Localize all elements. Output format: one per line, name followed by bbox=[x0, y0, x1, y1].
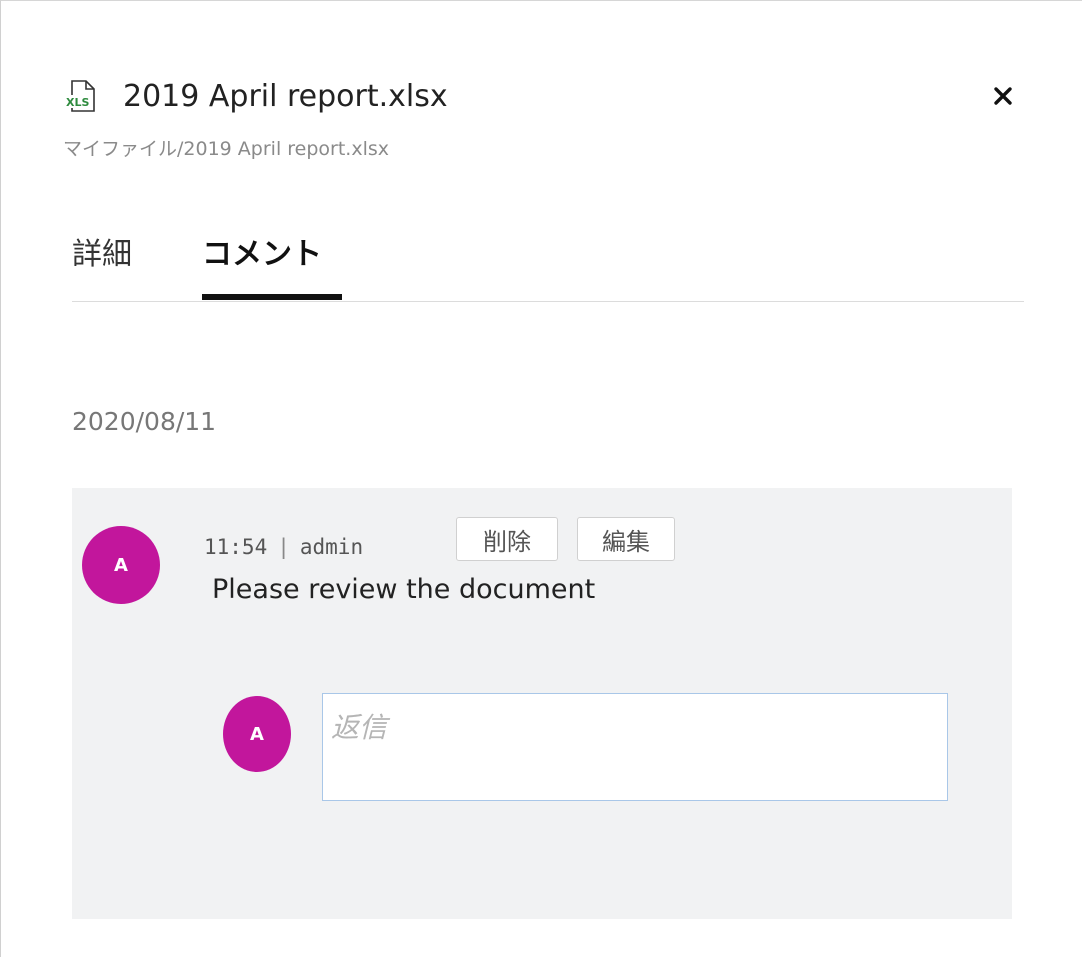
reply-input[interactable] bbox=[322, 693, 948, 801]
avatar: A bbox=[82, 526, 160, 604]
comment-date: 2020/08/11 bbox=[72, 407, 217, 436]
meta-separator: | bbox=[277, 535, 290, 559]
comments-panel: XLS 2019 April report.xlsx マイファイル/2019 A… bbox=[0, 0, 1082, 957]
delete-button[interactable]: 削除 bbox=[456, 517, 558, 561]
comment-text: Please review the document bbox=[212, 574, 596, 605]
tab-comments-label: コメント bbox=[202, 237, 322, 272]
comment-time: 11:54 bbox=[204, 535, 268, 559]
close-button[interactable] bbox=[983, 73, 1023, 119]
tab-details[interactable]: 詳細 bbox=[72, 225, 152, 301]
edit-button[interactable]: 編集 bbox=[577, 517, 675, 561]
comment-meta: 11:54 | admin bbox=[204, 535, 363, 559]
comment-thread: A 11:54 | admin 削除 編集 Please review the do… bbox=[72, 488, 1012, 919]
active-tab-indicator bbox=[202, 294, 342, 300]
comment-author: admin bbox=[299, 535, 364, 559]
xls-file-icon: XLS bbox=[63, 78, 99, 114]
close-icon bbox=[994, 87, 1012, 105]
tab-details-label: 詳細 bbox=[72, 237, 132, 272]
panel-header: XLS 2019 April report.xlsx bbox=[63, 73, 1023, 119]
breadcrumb: マイファイル/2019 April report.xlsx bbox=[63, 138, 389, 160]
xls-icon-label: XLS bbox=[66, 96, 89, 109]
tab-comments[interactable]: コメント bbox=[202, 225, 342, 301]
file-title: 2019 April report.xlsx bbox=[123, 78, 448, 114]
reply-avatar: A bbox=[223, 696, 291, 772]
tab-bar: 詳細 コメント bbox=[72, 225, 1024, 302]
